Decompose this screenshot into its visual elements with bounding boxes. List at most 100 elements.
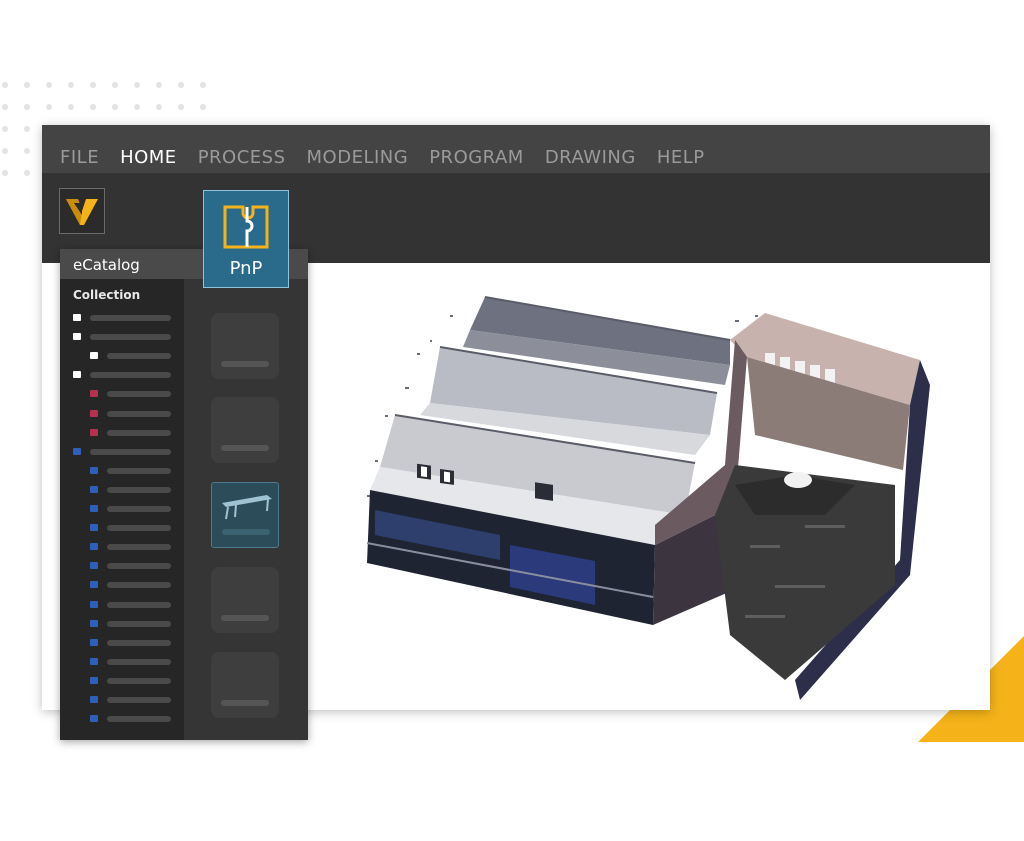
tree-item-placeholder-label <box>107 506 171 512</box>
menu-modeling[interactable]: MODELING <box>307 147 409 168</box>
tree-folder-item[interactable] <box>60 676 184 685</box>
decorative-dot <box>24 82 30 88</box>
tree-folder-item[interactable] <box>60 371 184 379</box>
catalog-item-placeholder-label <box>221 700 269 706</box>
catalog-item-tile[interactable] <box>211 652 279 718</box>
decorative-dot <box>68 82 74 88</box>
folder-icon <box>73 371 81 379</box>
folder-icon <box>90 428 98 436</box>
tree-folder-item[interactable] <box>60 485 184 494</box>
tree-folder-item[interactable] <box>60 466 184 475</box>
tree-item-placeholder-label <box>107 601 171 608</box>
catalog-item-placeholder-label <box>221 361 269 367</box>
collection-label: Collection <box>73 288 141 302</box>
stage: FILE HOME PROCESS MODELING PROGRAM DRAWI… <box>0 0 1024 841</box>
tree-folder-item[interactable] <box>60 581 184 589</box>
folder-icon <box>90 600 98 608</box>
decorative-dot <box>2 104 8 110</box>
tree-item-placeholder-label <box>90 372 171 379</box>
decorative-dot <box>46 82 52 88</box>
catalog-item-placeholder-label <box>222 529 270 535</box>
decorative-dot <box>178 82 184 88</box>
menu-home[interactable]: HOME <box>120 147 177 168</box>
tree-folder-item[interactable] <box>60 638 184 647</box>
tree-item-placeholder-label <box>90 448 171 455</box>
pnp-button[interactable]: PnP <box>203 190 289 288</box>
tree-folder-item[interactable] <box>60 696 184 704</box>
decorative-dot <box>24 104 30 110</box>
tree-item-placeholder-label <box>107 620 171 627</box>
folder-icon <box>73 333 81 341</box>
decorative-dot <box>90 82 96 88</box>
menu-drawing[interactable]: DRAWING <box>545 147 636 168</box>
tree-item-placeholder-label <box>107 410 171 417</box>
menu-help[interactable]: HELP <box>657 147 705 168</box>
tree-item-placeholder-label <box>107 563 171 570</box>
tree-item-placeholder-label <box>107 525 171 532</box>
menu-file[interactable]: FILE <box>60 147 99 168</box>
point-cloud-building-model[interactable] <box>355 285 930 700</box>
tree-folder-item[interactable] <box>60 352 184 360</box>
tree-folder-item[interactable] <box>60 562 184 570</box>
menu-program[interactable]: PROGRAM <box>429 147 524 168</box>
catalog-item-placeholder-label <box>221 445 269 451</box>
folder-icon <box>90 390 98 398</box>
app-logo[interactable] <box>59 188 105 234</box>
tree-item-placeholder-label <box>107 677 171 684</box>
tree-folder-item[interactable] <box>60 524 184 532</box>
decorative-dot <box>112 104 118 110</box>
decorative-dot <box>24 148 30 154</box>
decorative-dot <box>2 148 8 154</box>
catalog-item-tile[interactable] <box>211 313 279 379</box>
folder-icon <box>90 657 98 665</box>
tree-folder-item[interactable] <box>60 543 184 551</box>
folder-icon <box>90 562 98 570</box>
folder-icon <box>90 676 98 684</box>
ecatalog-panel: eCatalog Collection <box>60 249 308 740</box>
folder-icon <box>73 447 81 455</box>
folder-icon <box>90 485 98 493</box>
tree-folder-item[interactable] <box>60 409 184 418</box>
table-thumbnail-icon <box>222 495 272 520</box>
tree-item-placeholder-label <box>107 716 171 723</box>
tree-folder-item[interactable] <box>60 447 184 456</box>
menu: FILE HOME PROCESS MODELING PROGRAM DRAWI… <box>60 147 726 168</box>
tree-folder-item[interactable] <box>60 505 184 513</box>
tree-item-placeholder-label <box>107 544 171 551</box>
collection-tree: Collection <box>60 279 184 740</box>
menu-process[interactable]: PROCESS <box>198 147 286 168</box>
folder-icon <box>90 409 98 417</box>
decorative-dot <box>156 104 162 110</box>
decorative-dot <box>2 82 8 88</box>
decorative-dot <box>46 104 52 110</box>
tree-folder-item[interactable] <box>60 390 184 398</box>
folder-icon <box>90 581 98 589</box>
decorative-dot <box>2 170 8 176</box>
decorative-dot <box>134 104 140 110</box>
ecatalog-title: eCatalog <box>73 256 140 274</box>
tree-item-placeholder-label <box>107 353 171 360</box>
tree-folder-item[interactable] <box>60 428 184 437</box>
catalog-item-tile[interactable] <box>211 567 279 633</box>
tree-folder-item[interactable] <box>60 657 184 666</box>
catalog-item-tile-selected[interactable] <box>211 482 279 548</box>
tree-item-placeholder-label <box>107 582 171 589</box>
tree-item-placeholder-label <box>107 697 171 703</box>
folder-icon <box>90 696 98 703</box>
decorative-dot <box>68 104 74 110</box>
folder-icon <box>90 619 98 627</box>
decorative-dot <box>178 104 184 110</box>
tree-folder-item[interactable] <box>60 715 184 723</box>
tree-folder-item[interactable] <box>60 314 184 322</box>
menu-bar: FILE HOME PROCESS MODELING PROGRAM DRAWI… <box>42 125 990 173</box>
tree-folder-item[interactable] <box>60 333 184 341</box>
decorative-dot <box>112 82 118 88</box>
catalog-item-tile[interactable] <box>211 397 279 463</box>
decorative-dot <box>156 82 162 88</box>
tree-folder-item[interactable] <box>60 619 184 628</box>
folder-icon <box>90 352 98 360</box>
decorative-dot <box>24 170 30 176</box>
catalog-item-placeholder-label <box>221 615 269 621</box>
tree-folder-item[interactable] <box>60 600 184 609</box>
decorative-dot <box>200 104 206 110</box>
